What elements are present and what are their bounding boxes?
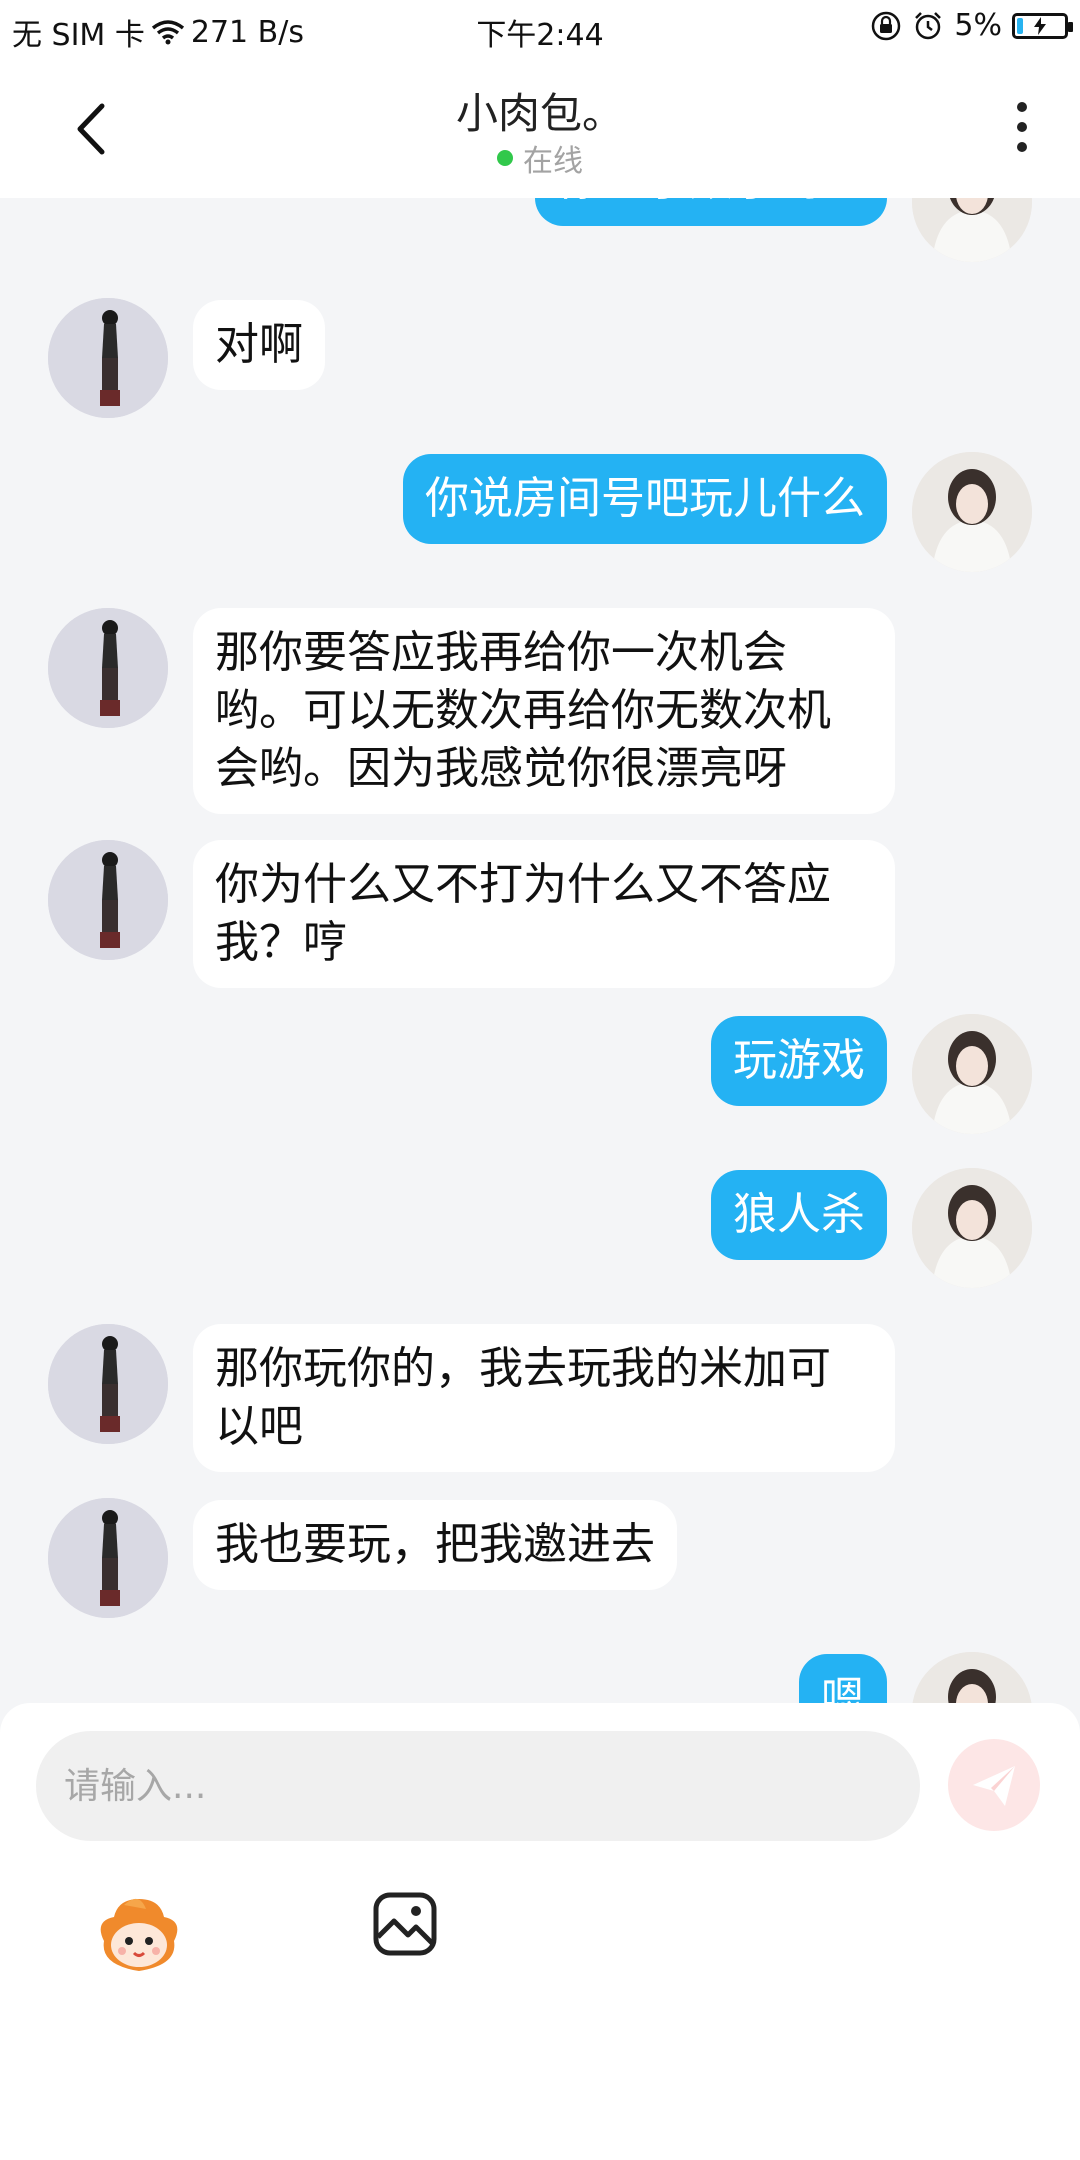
online-dot	[497, 150, 513, 166]
message-bubble-sent[interactable]: 你想学数学吗？	[535, 198, 887, 226]
more-options-button[interactable]	[1002, 92, 1042, 162]
message-bubble-received[interactable]: 你为什么又不打为什么又不答应我？哼	[193, 840, 895, 988]
contact-avatar[interactable]	[48, 1498, 168, 1618]
send-icon	[973, 1766, 1015, 1806]
message-bubble-received[interactable]: 那你玩你的，我去玩我的米加可以吧	[193, 1324, 895, 1472]
dot-icon	[1017, 122, 1027, 132]
mascot-emoji-icon	[100, 1898, 178, 1971]
battery-percent: 5%	[954, 8, 1002, 43]
contact-avatar[interactable]	[48, 608, 168, 728]
composer	[0, 1703, 1080, 2160]
my-avatar[interactable]	[912, 452, 1032, 572]
status-bar: 无 SIM 卡 271 B/s 下午2:44 5%	[0, 0, 1080, 56]
message-input[interactable]	[36, 1731, 920, 1841]
image-button[interactable]	[372, 1891, 438, 1957]
chat-area[interactable]: 你想学数学吗？ 对啊 你说房间号吧玩儿什么	[0, 198, 1080, 1703]
my-avatar[interactable]	[912, 1168, 1032, 1288]
dot-icon	[1017, 102, 1027, 112]
online-status-text: 在线	[523, 144, 583, 179]
emoji-button[interactable]	[94, 1891, 184, 1981]
contact-avatar[interactable]	[48, 1324, 168, 1444]
send-button[interactable]	[948, 1739, 1040, 1831]
chat-header: 小肉包。 在线	[0, 56, 1080, 198]
dot-icon	[1017, 142, 1027, 152]
message-bubble-sent[interactable]: 你说房间号吧玩儿什么	[403, 454, 887, 544]
status-right: 5%	[870, 8, 1073, 43]
message-bubble-sent[interactable]: 玩游戏	[711, 1016, 887, 1106]
contact-avatar[interactable]	[48, 298, 168, 418]
message-bubble-received[interactable]: 那你要答应我再给你一次机会哟。可以无数次再给你无数次机会哟。因为我感觉你很漂亮呀	[193, 608, 895, 814]
my-avatar[interactable]	[912, 198, 1032, 262]
rotation-lock-icon	[872, 11, 901, 40]
message-bubble-received[interactable]: 我也要玩，把我邀进去	[193, 1500, 677, 1590]
message-bubble-sent[interactable]: 嗯	[799, 1654, 887, 1703]
alarm-icon	[915, 11, 942, 39]
message-bubble-sent[interactable]: 狼人杀	[711, 1170, 887, 1260]
chat-screen: 无 SIM 卡 271 B/s 下午2:44 5% 小肉包。 在线 对啊 你说房…	[0, 0, 1080, 2160]
my-avatar[interactable]	[912, 1014, 1032, 1134]
my-avatar[interactable]	[912, 1652, 1032, 1703]
online-status: 在线	[0, 136, 1080, 180]
contact-avatar[interactable]	[48, 840, 168, 960]
battery-icon	[1012, 12, 1073, 39]
image-icon	[373, 1892, 437, 1956]
message-bubble-received[interactable]: 对啊	[193, 300, 325, 390]
contact-name: 小肉包。	[455, 89, 624, 138]
